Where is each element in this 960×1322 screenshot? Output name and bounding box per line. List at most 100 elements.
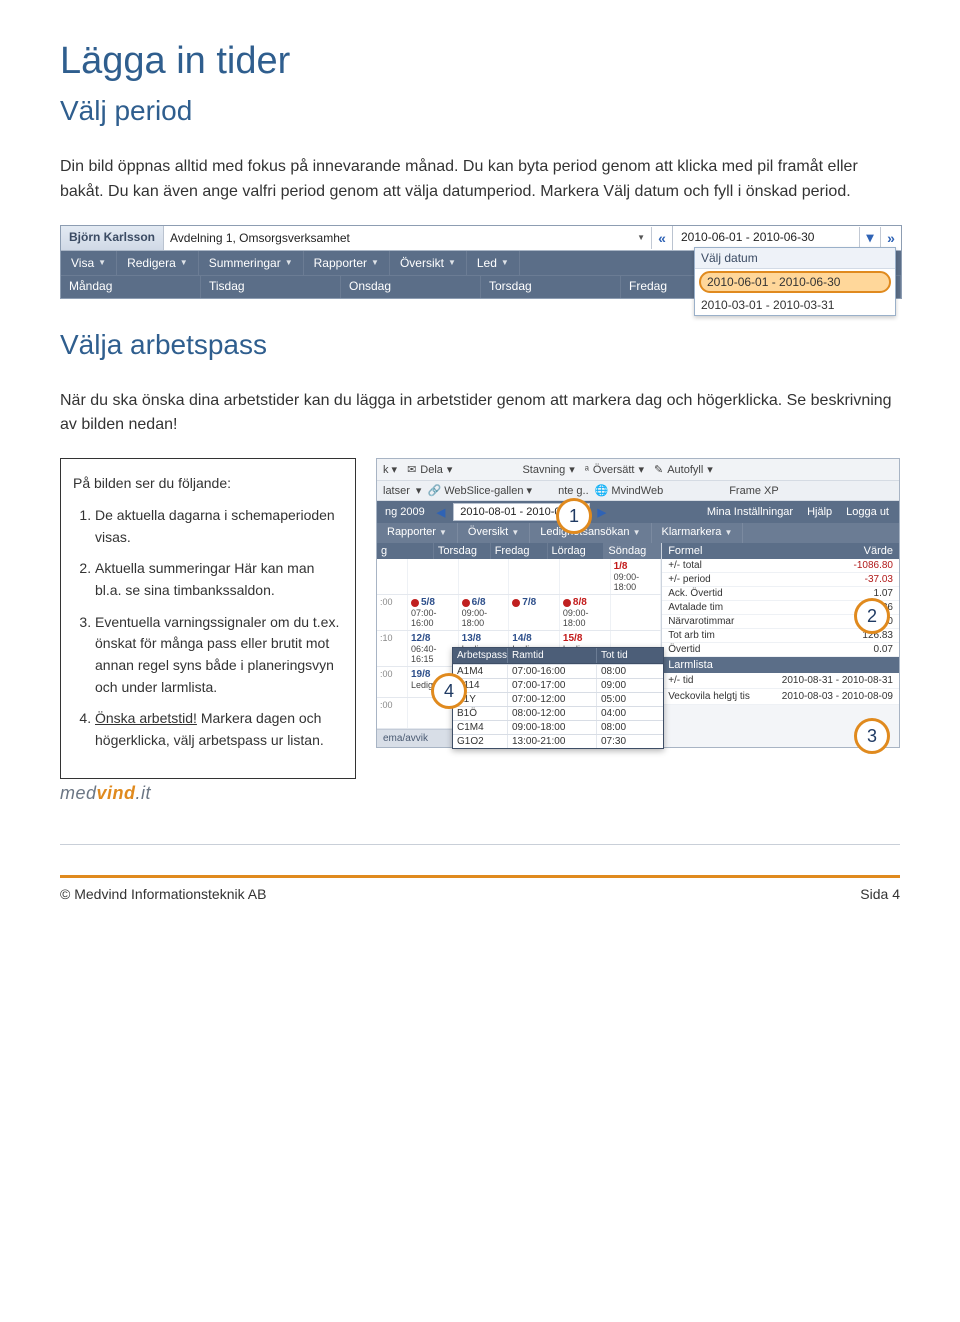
calendar-days-header: gTorsdagFredagLördagSöndag <box>377 543 661 559</box>
summary-header: Formel Värde <box>662 543 899 559</box>
section-valj-period: Välj period <box>60 95 900 127</box>
toolbar-autofyll[interactable]: Autofyll <box>667 464 703 476</box>
larm-row: Veckovila helgtj tis2010-08-03 - 2010-08… <box>662 689 899 705</box>
arbetspass-row[interactable]: A1Y07:00-12:0005:00 <box>453 692 663 706</box>
arbetspass-row[interactable]: C1M409:00-18:0008:00 <box>453 720 663 734</box>
callout-2: 2 <box>854 598 890 634</box>
calendar-cell[interactable]: 5/807:00-16:00 <box>408 595 459 630</box>
toolbar-mvindweb[interactable]: MvindWeb <box>611 485 663 497</box>
warning-dot-icon <box>411 599 419 607</box>
browser-toolbar-1: k ▾ ✉ Dela ▾ Stavning ▾ ᵃ Översätt ▾ ✎ A… <box>377 459 899 481</box>
footer-page-number: Sida 4 <box>860 886 900 902</box>
arbetspass-row[interactable]: B1Ö08:00-12:0004:00 <box>453 706 663 720</box>
calendar-cell[interactable] <box>611 595 662 630</box>
calendar-cell[interactable] <box>459 559 510 594</box>
calendar-day-header: Söndag <box>604 543 661 559</box>
period-next-icon[interactable]: ▶ <box>594 506 610 519</box>
page-footer: © Medvind Informationsteknik AB Sida 4 <box>60 875 900 902</box>
paragraph-valj-period: Din bild öppnas alltid med fokus på inne… <box>60 155 900 205</box>
instruction-box: På bilden ser du följande: De aktuella d… <box>60 458 356 779</box>
chevron-down-icon: ▼ <box>637 233 645 242</box>
instruction-item: Eventuella varningssignaler om du t.ex. … <box>95 612 343 699</box>
toolbar-stavning[interactable]: Stavning <box>522 464 565 476</box>
warning-dot-icon <box>462 599 470 607</box>
calendar-cell[interactable]: 1/809:00-18:00 <box>611 559 662 594</box>
callout-1: 1 <box>556 498 592 534</box>
menu-item[interactable]: Led▼ <box>467 251 520 275</box>
menu-item[interactable]: Visa▼ <box>61 251 117 275</box>
period-next-button[interactable]: » <box>880 227 901 249</box>
period-dropdown-panel: Välj datum 2010-06-01 - 2010-06-30 2010-… <box>694 247 896 316</box>
calendar-day-header: g <box>377 543 434 559</box>
calendar-cell[interactable] <box>560 559 611 594</box>
instruction-list: De aktuella dagarna i schemaperioden vis… <box>73 505 343 752</box>
arbetspass-popup[interactable]: Arbetspass Ramtid Tot tid A1M407:00-16:0… <box>452 647 664 749</box>
calendar-cell[interactable] <box>408 559 459 594</box>
summary-row: +/- period-37.03 <box>662 573 899 587</box>
submenu-item[interactable]: Ledighetsansökan ▼ <box>530 523 651 543</box>
arbetspass-popup-header: Arbetspass Ramtid Tot tid <box>453 648 663 664</box>
link-logga-ut[interactable]: Logga ut <box>846 506 889 518</box>
calendar-day-header: Fredag <box>491 543 548 559</box>
department-value: Avdelning 1, Omsorgsverksamhet <box>170 231 350 245</box>
link-mina-installningar[interactable]: Mina Inställningar <box>707 506 793 518</box>
menu-item[interactable]: Översikt▼ <box>390 251 467 275</box>
instruction-item: De aktuella dagarna i schemaperioden vis… <box>95 505 343 548</box>
period-dropdown-item[interactable]: 2010-03-01 - 2010-03-31 <box>695 295 895 315</box>
menu-item[interactable]: Summeringar▼ <box>199 251 304 275</box>
submenu-item[interactable]: Översikt ▼ <box>458 523 530 543</box>
submenu-item[interactable]: Rapporter ▼ <box>377 523 458 543</box>
toolbar-webslice[interactable]: WebSlice-gallen <box>444 485 523 497</box>
instruction-lead: På bilden ser du följande: <box>73 473 343 495</box>
instruction-item: Önska arbetstid! Markera dagen och höger… <box>95 708 343 751</box>
instruction-item: Aktuella summeringar Här kan man bl.a. s… <box>95 558 343 601</box>
arbetspass-row[interactable]: A11407:00-17:0009:00 <box>453 678 663 692</box>
summary-panel: Formel Värde +/- total-1086.80+/- period… <box>662 543 899 747</box>
menu-item[interactable]: Redigera▼ <box>117 251 199 275</box>
user-name-label: Björn Karlsson <box>61 226 163 250</box>
period-dropdown-header: Välj datum <box>695 248 895 269</box>
toolbar-oversatt[interactable]: Översätt <box>593 464 635 476</box>
footer-copyright: © Medvind Informationsteknik AB <box>60 886 266 902</box>
menu-item[interactable]: Rapporter▼ <box>304 251 390 275</box>
weekday-label: Måndag <box>61 276 201 298</box>
page-title: Lägga in tider <box>60 40 900 83</box>
section-valja-arbetspass: Välja arbetspass <box>60 329 900 361</box>
calendar-cell[interactable] <box>509 559 560 594</box>
link-hjalp[interactable]: Hjälp <box>807 506 832 518</box>
app-title-bar: ng 2009 ◀ 2010-08-01 - 2010-08-31 ▶ Mina… <box>377 501 899 523</box>
weekday-label: Tisdag <box>201 276 341 298</box>
warning-dot-icon <box>512 599 520 607</box>
larmlista-header: Larmlista <box>662 657 899 673</box>
weekday-label: Torsdag <box>481 276 621 298</box>
toolbar-dela[interactable]: Dela <box>420 464 443 476</box>
weekday-label: Onsdag <box>341 276 481 298</box>
period-dropdown-selected[interactable]: 2010-06-01 - 2010-06-30 <box>699 271 891 293</box>
toolbar-nteg: nte g.. <box>558 485 589 497</box>
larm-row: +/- tid2010-08-31 - 2010-08-31 <box>662 673 899 689</box>
brand-logo: medvind.it <box>60 783 356 804</box>
calendar-day-header: Torsdag <box>434 543 491 559</box>
app-submenu: Rapporter ▼Översikt ▼Ledighetsansökan ▼K… <box>377 523 899 543</box>
period-prev-icon[interactable]: ◀ <box>433 506 449 519</box>
submenu-item[interactable]: Klarmarkera ▼ <box>652 523 744 543</box>
app-bar-left-label: ng 2009 <box>377 506 433 518</box>
calendar-cell[interactable]: 6/809:00-18:00 <box>459 595 510 630</box>
calendar-cell[interactable]: 7/8 <box>509 595 560 630</box>
calendar-cell[interactable]: 8/809:00-18:00 <box>560 595 611 630</box>
summary-row: Övertid0.07 <box>662 643 899 657</box>
calendar-day-header: Lördag <box>548 543 605 559</box>
callout-3: 3 <box>854 718 890 754</box>
arbetspass-row[interactable]: A1M407:00-16:0008:00 <box>453 664 663 678</box>
paragraph-valja-arbetspass: När du ska önska dina arbetstider kan du… <box>60 389 900 439</box>
callout-4: 4 <box>431 673 467 709</box>
period-prev-button[interactable]: « <box>651 227 672 249</box>
arbetspass-row[interactable]: G1O213:00-21:0007:30 <box>453 734 663 748</box>
toolbar-latser: latser <box>383 485 410 497</box>
warning-dot-icon <box>563 599 571 607</box>
toolbar-framexp: Frame XP <box>729 485 779 497</box>
department-dropdown[interactable]: Avdelning 1, Omsorgsverksamhet ▼ <box>163 226 651 250</box>
summary-row: +/- total-1086.80 <box>662 559 899 573</box>
period-dd-button[interactable]: ▾ <box>859 227 880 249</box>
browser-toolbar-2: latser ▾ 🔗 WebSlice-gallen ▾ nte g.. 🌐 M… <box>377 481 899 501</box>
